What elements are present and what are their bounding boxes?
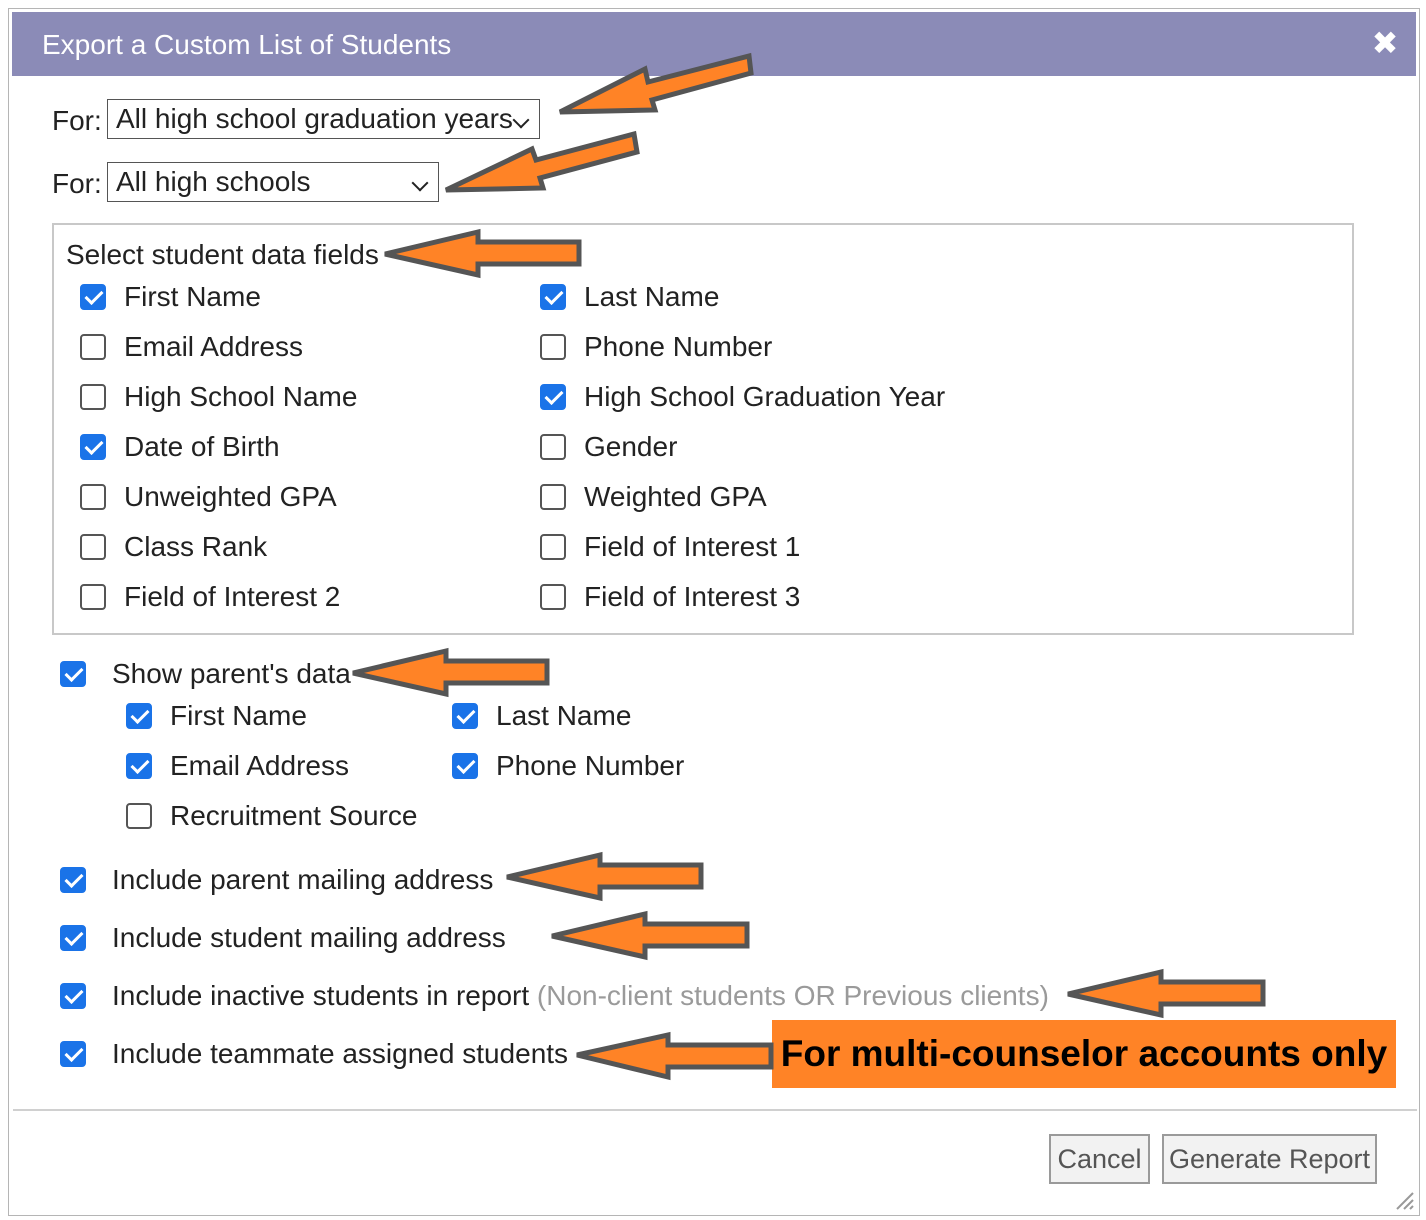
filter-label: For: — [52, 105, 102, 136]
cancel-button[interactable]: Cancel — [1049, 1134, 1150, 1184]
checkbox[interactable] — [60, 661, 86, 687]
close-icon[interactable]: ✖ — [1368, 26, 1402, 60]
checkbox[interactable] — [540, 434, 566, 460]
checkbox[interactable] — [80, 334, 106, 360]
chevron-down-icon — [411, 174, 429, 192]
checkbox[interactable] — [540, 334, 566, 360]
resize-handle-icon[interactable] — [1391, 1187, 1415, 1211]
checkbox[interactable] — [80, 584, 106, 610]
checkbox[interactable] — [60, 867, 86, 893]
chevron-down-icon — [512, 111, 530, 129]
checkbox[interactable] — [540, 584, 566, 610]
student-fields-group: Select student data fields First Name La… — [52, 223, 1354, 635]
high-school-select[interactable]: All high schools — [107, 162, 439, 202]
checkbox[interactable] — [80, 284, 106, 310]
checkbox[interactable] — [540, 284, 566, 310]
footer-divider — [13, 1109, 1417, 1111]
checkbox[interactable] — [540, 484, 566, 510]
student-fields-legend: Select student data fields — [66, 239, 379, 270]
dialog-title: Export a Custom List of Students — [42, 29, 452, 60]
graduation-year-select[interactable]: All high school graduation years — [107, 99, 540, 139]
checkbox[interactable] — [540, 384, 566, 410]
checkbox[interactable] — [452, 753, 478, 779]
multi-counselor-callout: For multi-counselor accounts only — [772, 1020, 1396, 1088]
checkbox[interactable] — [540, 534, 566, 560]
inactive-note: (Non-client students OR Previous clients… — [536, 980, 1049, 1011]
checkbox[interactable] — [60, 1041, 86, 1067]
checkbox[interactable] — [452, 703, 478, 729]
checkbox[interactable] — [60, 925, 86, 951]
checkbox[interactable] — [80, 534, 106, 560]
checkbox[interactable] — [126, 753, 152, 779]
checkbox[interactable] — [80, 484, 106, 510]
dialog-titlebar[interactable]: Export a Custom List of Students ✖ — [12, 12, 1416, 76]
checkbox[interactable] — [80, 384, 106, 410]
checkbox[interactable] — [126, 803, 152, 829]
checkbox[interactable] — [60, 983, 86, 1009]
checkbox[interactable] — [126, 703, 152, 729]
generate-report-button[interactable]: Generate Report — [1162, 1134, 1377, 1184]
filter-label: For: — [52, 168, 102, 199]
checkbox[interactable] — [80, 434, 106, 460]
